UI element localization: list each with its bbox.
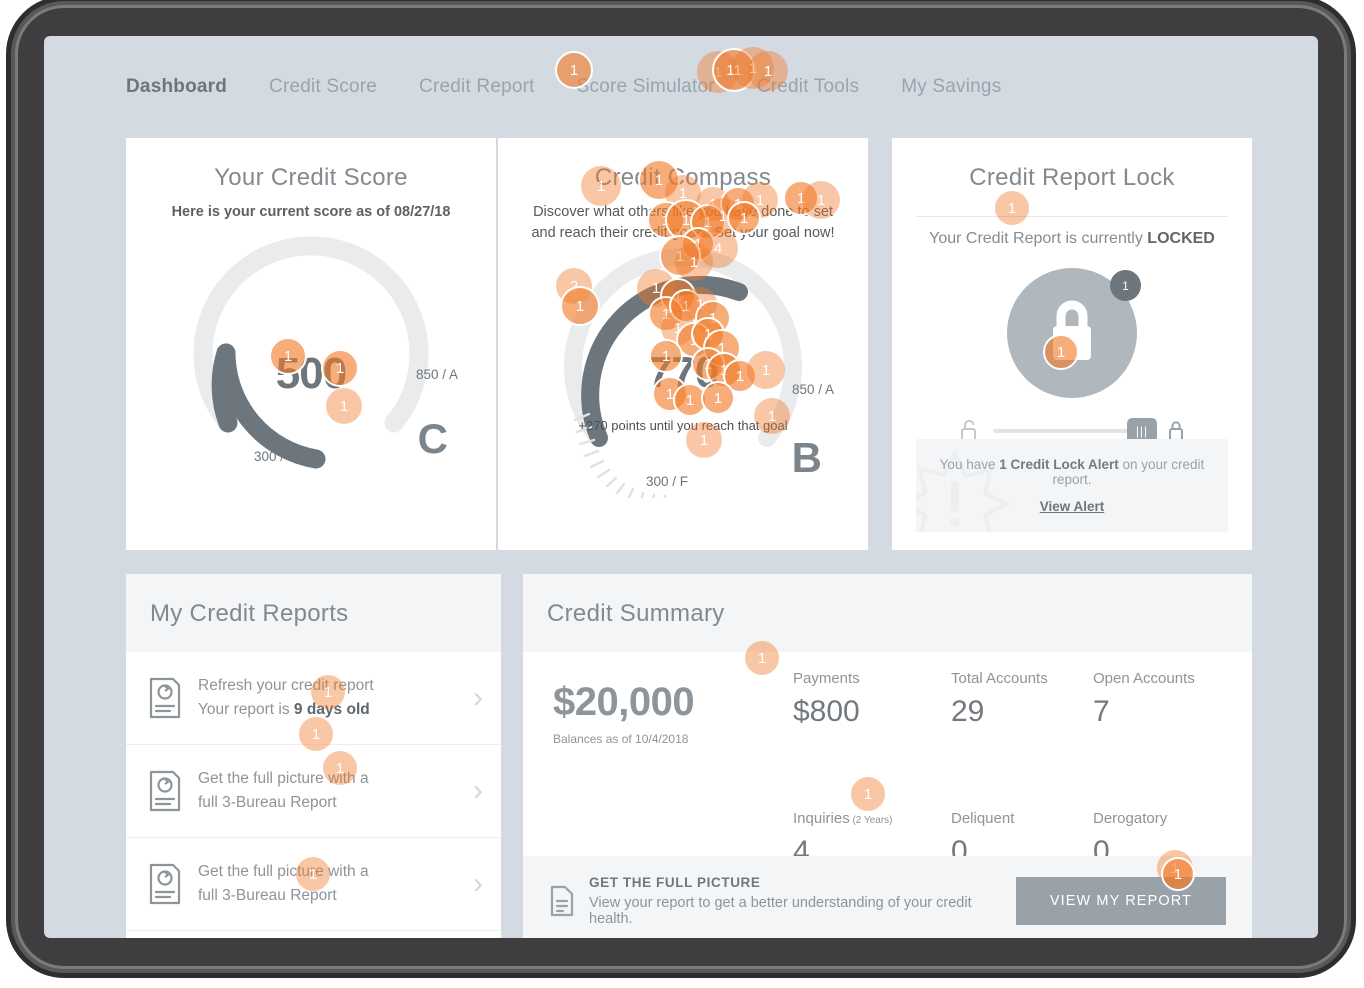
credit-score-card: Your Credit Score Here is your current s…	[126, 138, 496, 550]
nav-item-dashboard[interactable]: Dashboard	[126, 76, 227, 98]
credit-compass-gauge: 770 +270 points until you reach that goa…	[498, 238, 868, 518]
credit-report-row-line2: Your report is	[198, 701, 294, 719]
total-balance-value: $20,000	[553, 680, 695, 724]
credit-summary-card: Credit Summary $20,000 Balances as of 10…	[523, 574, 1252, 938]
summary-stat-label-text: Deliquent	[951, 810, 1015, 827]
credit-report-row[interactable]: Get the full picture with a full 3-Bureau…	[126, 838, 501, 932]
credit-report-row[interactable]: Get the full picture with a full 3-Bureau…	[126, 745, 501, 839]
lock-status-text: Your Credit Report is currently LOCKED	[892, 230, 1252, 248]
total-balance-caption: Balances as of 10/4/2018	[553, 732, 689, 746]
summary-stat-label: Deliquent	[951, 810, 1014, 827]
lock-alert-prefix: You have	[939, 457, 1000, 472]
app-viewport: Dashboard Credit Score Credit Report Score …	[44, 36, 1318, 938]
credit-report-lock-title: Credit Report Lock	[969, 164, 1175, 191]
credit-report-row[interactable]: Refresh your credit report Your report is…	[126, 652, 501, 746]
chevron-right-icon[interactable]: ›	[473, 869, 483, 899]
document-icon	[550, 885, 574, 917]
summary-stat-value: 7	[1093, 695, 1110, 728]
credit-score-subtitle: Here is your current score as of 08/27/1…	[171, 204, 451, 220]
lock-status-state: LOCKED	[1147, 230, 1215, 247]
summary-stat-value: 29	[951, 695, 985, 728]
credit-summary-footer: GET THE FULL PICTURE View your report to…	[523, 845, 1252, 938]
top-navigation: Dashboard Credit Score Credit Report Score …	[44, 36, 1318, 138]
summary-stat-label-text: Total Accounts	[951, 670, 1048, 687]
summary-stat-label-text: Inquiries	[793, 810, 850, 827]
summary-stat-total-accounts: Total Accounts 29	[951, 670, 1048, 729]
credit-score-min-label: 300 / F	[254, 449, 297, 465]
lock-status-prefix: Your Credit Report is currently	[929, 230, 1148, 247]
view-my-report-button[interactable]: VIEW MY REPORT	[1015, 877, 1226, 925]
credit-score-title: Your Credit Score	[214, 164, 408, 191]
credit-report-row-text: Refresh your credit report Your report is…	[182, 674, 473, 722]
summary-stat-payments: Payments $800	[793, 670, 860, 729]
lock-alert-count-badge: 1	[1110, 270, 1141, 301]
lock-slider-track[interactable]: |||	[993, 418, 1157, 444]
summary-stat-label: Total Accounts	[951, 670, 1048, 687]
credit-compass-subtitle: Discover what others like you have done …	[531, 204, 835, 242]
credit-report-row-text: Get the full picture with a full 3-Bureau…	[182, 767, 473, 815]
report-refresh-icon	[149, 770, 181, 812]
summary-stat-label-sup: (2 Years)	[849, 815, 893, 826]
summary-stat-value: $800	[793, 695, 860, 728]
view-alert-link[interactable]: View Alert	[1040, 499, 1105, 514]
summary-stat-label: Inquiries (2 Years)	[793, 810, 893, 827]
report-refresh-icon	[149, 677, 181, 719]
summary-stat-label-text: Open Accounts	[1093, 670, 1195, 687]
footer-title: GET THE FULL PICTURE	[589, 875, 761, 890]
nav-item-my-savings[interactable]: My Savings	[901, 76, 1001, 98]
summary-stat-label-text: Payments	[793, 670, 860, 687]
credit-report-row-line2: full 3-Bureau Report	[198, 794, 337, 812]
credit-score-grade: C	[417, 415, 448, 463]
lock-alert-bold: 1 Credit Lock Alert	[999, 457, 1119, 472]
credit-report-row-text: Get the full picture with a full 3-Bureau…	[182, 860, 473, 908]
credit-score-gauge: 500 C 850 / A 300 / F	[126, 227, 496, 507]
credit-lock-alert-banner: You have 1 Credit Lock Alert on your cre…	[916, 439, 1228, 532]
lock-alert-message: You have 1 Credit Lock Alert on your cre…	[926, 457, 1218, 487]
footer-description: View your report to get a better underst…	[589, 895, 972, 927]
summary-stat-label: Derogatory	[1093, 810, 1167, 827]
credit-summary-title: Credit Summary	[523, 574, 1252, 652]
credit-report-row-line1: Get the full picture with a	[198, 770, 369, 788]
nav-item-score-simulator[interactable]: Score Simulator	[577, 76, 715, 98]
tablet-frame: Dashboard Credit Score Credit Report Score …	[18, 8, 1344, 966]
credit-report-row-line1: Get the full picture with a	[198, 863, 369, 881]
credit-report-row-line2-bold: 9 days old	[293, 701, 370, 719]
divider	[916, 216, 1228, 217]
summary-stat-label: Open Accounts	[1093, 670, 1195, 687]
footer-copy: GET THE FULL PICTURE View your report to…	[575, 875, 1016, 927]
summary-stat-open-accounts: Open Accounts 7	[1093, 670, 1195, 729]
chevron-right-icon[interactable]: ›	[473, 776, 483, 806]
summary-stat-label: Payments	[793, 670, 860, 687]
nav-item-credit-score[interactable]: Credit Score	[269, 76, 377, 98]
credit-compass-card: Credit Compass Discover what others like…	[498, 138, 868, 550]
my-credit-reports-card: My Credit Reports Refresh your credit re…	[126, 574, 501, 938]
my-credit-reports-title: My Credit Reports	[126, 574, 501, 652]
credit-compass-grade: B	[791, 434, 822, 482]
credit-score-value: 500	[275, 349, 347, 399]
credit-report-lock-card: Credit Report Lock Your Credit Report is…	[892, 138, 1252, 550]
credit-compass-value: 770	[647, 348, 719, 398]
report-refresh-icon	[149, 863, 181, 905]
nav-item-credit-report[interactable]: Credit Report	[419, 76, 535, 98]
summary-stat-label-text: Derogatory	[1093, 810, 1168, 827]
lock-status-graphic: 1	[1007, 268, 1141, 398]
credit-report-row-line1: Refresh your credit report	[198, 677, 374, 694]
nav-item-credit-tools[interactable]: Credit Tools	[757, 76, 859, 98]
credit-compass-min-label: 300 / F	[646, 474, 689, 490]
footer-notch	[874, 845, 901, 856]
credit-score-max-label: 850 / A	[415, 367, 458, 383]
chevron-right-icon[interactable]: ›	[473, 683, 483, 713]
credit-compass-max-label: 850 / A	[791, 382, 834, 398]
credit-reports-list: Refresh your credit report Your report is…	[126, 652, 501, 932]
credit-compass-note: +270 points until you reach that goal	[578, 418, 788, 434]
credit-compass-title: Credit Compass	[594, 164, 772, 191]
credit-report-row-line2: full 3-Bureau Report	[198, 887, 337, 905]
